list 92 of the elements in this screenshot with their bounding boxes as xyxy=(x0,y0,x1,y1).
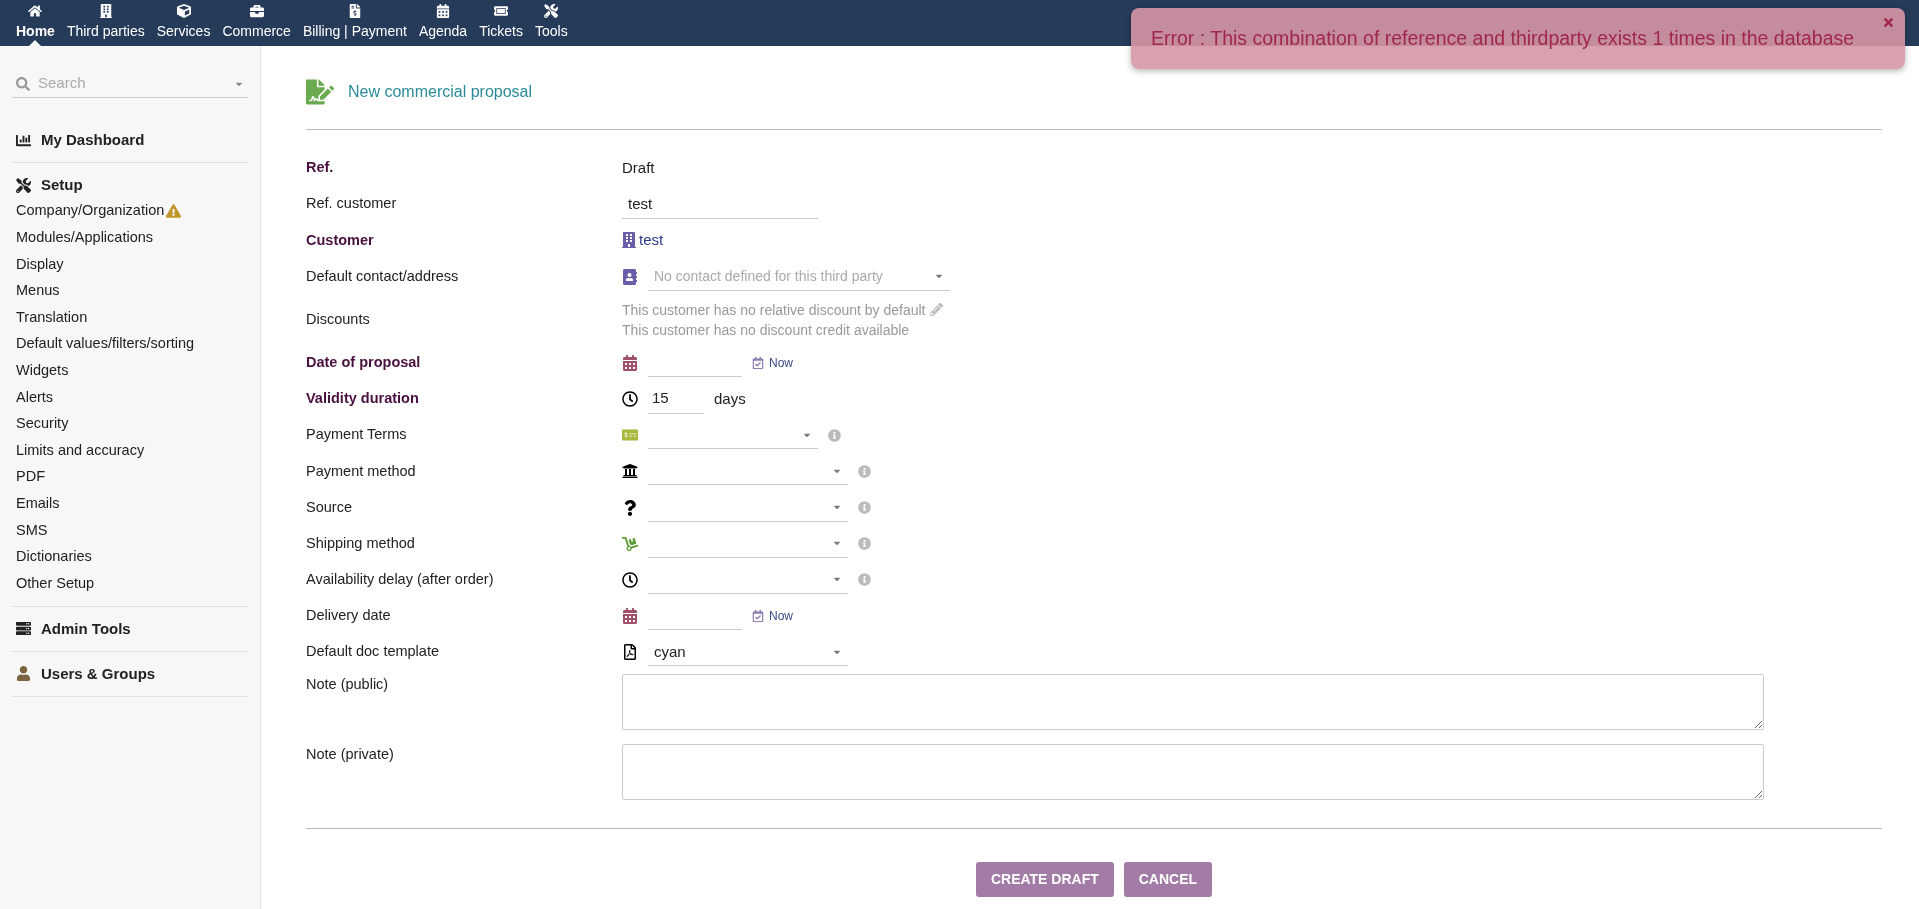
field-label: Ref. xyxy=(306,158,335,178)
edit-icon[interactable] xyxy=(929,303,943,317)
menu-section[interactable]: Admin Tools xyxy=(12,615,248,642)
field-label: Customer xyxy=(306,230,375,250)
select-field[interactable]: cyan xyxy=(648,638,848,667)
nav-tab[interactable]: Third parties xyxy=(60,0,151,46)
clock-icon xyxy=(622,571,638,588)
field-label: Delivery date xyxy=(306,606,392,626)
menu-section[interactable]: My Dashboard xyxy=(12,127,248,153)
discount-text: This customer has no discount credit available xyxy=(622,320,910,340)
clock-icon xyxy=(622,391,638,408)
calendar-icon xyxy=(436,4,451,18)
contact-card-icon xyxy=(622,268,638,285)
invoice-icon xyxy=(347,4,362,18)
field-label: Default doc template xyxy=(306,642,440,662)
nav-tab[interactable]: Tickets xyxy=(473,0,529,46)
nav-tab[interactable]: Agenda xyxy=(412,0,474,46)
create-draft-button[interactable]: CREATE DRAFT xyxy=(975,862,1114,898)
info-icon[interactable] xyxy=(828,428,841,442)
info-icon[interactable] xyxy=(858,537,871,551)
duration-field[interactable]: 15 xyxy=(648,384,704,414)
menu-item[interactable]: Alerts xyxy=(16,386,54,409)
menu-section[interactable]: Setup xyxy=(12,172,248,198)
menu-item[interactable]: Menus xyxy=(16,280,60,302)
ref-value: Draft xyxy=(622,157,655,178)
input-field[interactable]: test xyxy=(622,189,818,220)
question-icon xyxy=(622,499,638,516)
field-label: Default contact/address xyxy=(306,266,460,286)
field-label: Shipping method xyxy=(306,533,416,553)
user-icon xyxy=(16,666,31,682)
error-message: Error : This combination of reference and thirdparty exists 1 times in the database xyxy=(1151,25,1855,51)
nav-tab[interactable]: Tools xyxy=(529,0,574,46)
nav-tab[interactable]: Billing | Payment xyxy=(296,0,413,46)
nav-tab[interactable]: Commerce xyxy=(216,0,297,46)
menu-item[interactable]: Display xyxy=(16,253,64,276)
menu-section[interactable]: Users & Groups xyxy=(12,660,248,687)
field-label: Ref. customer xyxy=(306,194,398,214)
calendar-icon xyxy=(622,354,638,371)
page-title: New commercial proposal xyxy=(348,82,533,102)
tools-icon xyxy=(544,4,559,18)
menu-item[interactable]: Dictionaries xyxy=(16,546,92,568)
field-label: Discounts xyxy=(306,309,371,329)
cube-icon xyxy=(176,4,191,18)
menu-item[interactable]: SMS xyxy=(16,519,48,542)
document-edit-icon xyxy=(306,79,334,105)
now-link[interactable]: Now xyxy=(752,353,793,372)
bank-icon xyxy=(622,463,638,480)
menu-item[interactable]: Default values/filters/sorting xyxy=(16,333,195,356)
search-icon xyxy=(16,76,30,91)
menu-item[interactable]: Limits and accuracy xyxy=(16,439,145,462)
ticket-icon xyxy=(494,4,509,18)
menu-item[interactable]: Other Setup xyxy=(16,572,95,595)
field-label: Payment Terms xyxy=(306,425,408,445)
money-icon xyxy=(622,427,638,444)
menu-item[interactable]: Emails xyxy=(16,492,60,515)
server-icon xyxy=(16,621,31,637)
close-icon[interactable] xyxy=(1882,16,1895,29)
building-icon xyxy=(98,4,113,18)
nav-tab[interactable]: Services xyxy=(150,0,217,46)
field-label: Note (public) xyxy=(306,675,390,695)
note-field[interactable] xyxy=(622,674,1764,731)
now-link[interactable]: Now xyxy=(752,607,793,626)
menu-item[interactable]: Modules/Applications xyxy=(16,227,154,249)
unit-label: days xyxy=(714,388,746,409)
field-label: Payment method xyxy=(306,461,417,481)
home-icon xyxy=(28,4,43,18)
info-icon[interactable] xyxy=(858,573,871,587)
info-icon[interactable] xyxy=(858,501,871,515)
menu-item[interactable]: PDF xyxy=(16,466,45,489)
customer-link[interactable]: test xyxy=(622,229,664,252)
calendar-icon xyxy=(622,608,638,625)
field-label: Date of proposal xyxy=(306,352,422,372)
field-label: Validity duration xyxy=(306,389,420,409)
building-icon xyxy=(622,232,636,249)
discount-text: This customer has no relative discount by default xyxy=(622,300,926,320)
dolly-icon xyxy=(622,535,638,552)
field-label: Availability delay (after order) xyxy=(306,570,495,590)
tools-icon xyxy=(16,177,31,193)
menu-item[interactable]: Security xyxy=(16,413,69,435)
briefcase-icon xyxy=(249,4,264,18)
menu-item[interactable]: Widgets xyxy=(16,360,69,382)
field-label: Note (private) xyxy=(306,745,395,765)
cancel-button[interactable]: CANCEL xyxy=(1123,862,1213,898)
chart-icon xyxy=(16,132,31,148)
menu-item[interactable]: Translation xyxy=(16,306,88,329)
pdf-file-icon xyxy=(622,644,638,661)
calendar-icon xyxy=(752,356,764,369)
field-label: Source xyxy=(306,497,353,517)
calendar-icon xyxy=(752,610,764,623)
menu-item[interactable]: Company/Organization xyxy=(16,200,165,223)
note-field[interactable] xyxy=(622,744,1764,801)
info-icon[interactable] xyxy=(858,464,871,478)
